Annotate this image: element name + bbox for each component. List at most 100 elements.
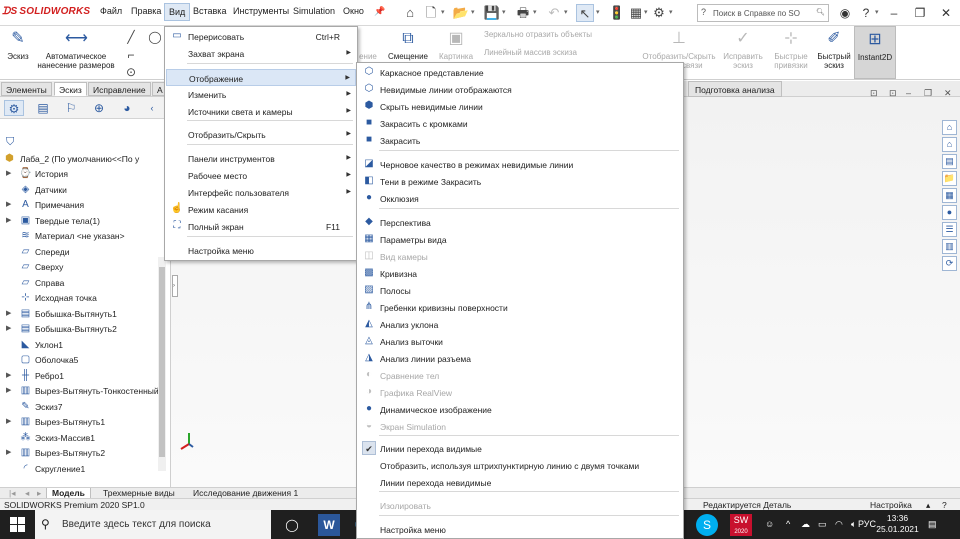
view-menu-item[interactable]: Отображение ▶ — [166, 69, 356, 86]
panel-collapse-handle[interactable]: › — [172, 275, 178, 297]
display-menu-item[interactable]: Настройка меню — [358, 521, 682, 538]
word-app-icon[interactable]: W — [318, 514, 340, 536]
expand-arrow-icon[interactable]: ▶ — [6, 417, 11, 425]
chevron-up-icon[interactable]: ^ — [786, 519, 790, 529]
home-icon[interactable]: ⌂ — [942, 137, 957, 152]
tree-item[interactable]: ▶ ▤ Бобышка-Вытянуть1 — [0, 307, 165, 322]
rebuild-icon[interactable]: ▦ — [627, 4, 645, 22]
expand-arrow-icon[interactable]: ▶ — [6, 169, 11, 177]
help-icon[interactable]: ? — [942, 500, 947, 510]
language-indicator[interactable]: РУС — [858, 519, 876, 529]
chevron-down-icon[interactable]: ▾ — [875, 4, 879, 22]
skype-app-icon[interactable]: S — [696, 514, 718, 536]
resources-icon[interactable]: ⌂ — [942, 120, 957, 135]
instant2d-button[interactable]: ⊞ Instant2D — [854, 26, 896, 79]
chevron-down-icon[interactable]: ▾ — [502, 4, 506, 22]
tree-item[interactable]: ⊹ Исходная точка — [0, 291, 165, 306]
filter-icon[interactable]: ⛉ — [6, 136, 14, 149]
quick-snaps-button[interactable]: ⊹ Быстрые привязки — [770, 28, 812, 70]
display-menu-item[interactable]: ⬡ Невидимые линии отображаются — [358, 81, 682, 98]
feature-tree-tab-icon[interactable]: ⚙ — [4, 100, 24, 116]
smart-dimension-button[interactable]: ⟷ Автоматическое нанесение размеров — [34, 28, 118, 70]
display-menu-item[interactable]: ⬢ Скрыть невидимые линии — [358, 98, 682, 115]
display-menu-item[interactable]: ◭ Анализ уклона — [358, 316, 682, 333]
display-menu-item[interactable]: ■ Закрасить — [358, 132, 682, 149]
expand-arrow-icon[interactable]: ▶ — [6, 200, 11, 208]
taskbar-search[interactable]: ⚲ Введите здесь текст для поиска — [35, 510, 271, 539]
view-menu-item[interactable]: Настройка меню — [166, 242, 356, 259]
tree-item[interactable]: ▶ ▣ Твердые тела(1) — [0, 214, 165, 229]
display-manager-tab-icon[interactable]: ◕ — [117, 100, 137, 116]
help-search[interactable]: ? Поиск в Справке по SO 🔍︎ — [697, 4, 829, 22]
display-menu-item[interactable]: ▨ Полосы — [358, 282, 682, 299]
tree-item[interactable]: ▱ Сверху — [0, 260, 165, 275]
gear-icon[interactable]: ⚙ — [650, 4, 668, 22]
view-menu-item[interactable]: Отобразить/Скрыть ▶ — [166, 126, 356, 143]
network-icon[interactable]: ◠ — [835, 519, 843, 530]
tree-item[interactable]: ▶ A Примечания — [0, 198, 165, 213]
display-menu-item[interactable]: ✔ Линии перехода видимые — [358, 440, 682, 457]
tree-item[interactable]: ▶ ▥ Вырез-Вытянуть-Тонкостенный — [0, 384, 165, 399]
tab-repair[interactable]: Исправление — [88, 82, 151, 96]
menu-edit[interactable]: Правка — [131, 6, 161, 16]
scrollbar-thumb[interactable] — [159, 267, 165, 457]
line-icon[interactable]: ╱ — [122, 28, 140, 46]
circle-icon[interactable]: ◯ — [146, 28, 164, 46]
tree-item[interactable]: ▶ ╫ Ребро1 — [0, 369, 165, 384]
save-icon[interactable]: 💾 — [483, 4, 501, 22]
search-icon[interactable]: 🔍︎ — [816, 8, 825, 16]
status-settings[interactable]: Настройка — [870, 500, 912, 510]
display-menu-item[interactable]: ◧ Тени в режиме Закрасить — [358, 173, 682, 190]
tab-features[interactable]: Элементы — [1, 82, 52, 96]
viewport-close-icon[interactable]: ✕ — [944, 88, 952, 99]
view-palette-icon[interactable]: ▦ — [942, 188, 957, 203]
display-menu-item[interactable]: ● Динамическое изображение — [358, 401, 682, 418]
display-menu-item[interactable]: ▦ Параметры вида — [358, 231, 682, 248]
menu-view[interactable]: Вид — [164, 3, 191, 21]
traffic-light-icon[interactable]: 🚦 — [608, 4, 626, 22]
forum-icon[interactable]: ▥ — [942, 239, 957, 254]
tree-item[interactable]: ▶ ▥ Вырез-Вытянуть1 — [0, 415, 165, 430]
view-menu-item[interactable]: ☝ Режим касания — [166, 201, 356, 218]
offset-entities-button[interactable]: ⧉ Смещение — [385, 28, 431, 61]
pin-icon[interactable]: 📌 — [374, 6, 385, 17]
minimize-icon[interactable]: – — [884, 3, 904, 23]
expand-arrow-icon[interactable]: ▶ — [6, 371, 11, 379]
tree-item[interactable]: ✎ Эскиз7 — [0, 400, 165, 415]
restore-icon[interactable]: ❐ — [910, 3, 930, 23]
display-menu-item[interactable]: ◮ Анализ линии разъема — [358, 350, 682, 367]
open-folder-icon[interactable]: 📂 — [452, 4, 470, 22]
menu-simulation[interactable]: Simulation — [293, 6, 335, 16]
new-document-icon[interactable]: 🗋 — [422, 4, 440, 22]
tree-item[interactable]: ⁂ Эскиз-Массив1 — [0, 431, 165, 446]
people-icon[interactable]: ☺ — [765, 519, 774, 529]
chevron-down-icon[interactable]: ▾ — [533, 4, 537, 22]
menu-window[interactable]: Окно — [343, 6, 364, 16]
expand-arrow-icon[interactable]: ▶ — [6, 448, 11, 456]
tree-item[interactable]: ≋ Материал <не указан> — [0, 229, 165, 244]
view-menu-item[interactable]: Рабочее место ▶ — [166, 167, 356, 184]
display-menu-item[interactable]: ▩ Кривизна — [358, 265, 682, 282]
notifications-icon[interactable]: ▤ — [928, 519, 937, 530]
view-menu-item[interactable]: Источники света и камеры ▶ — [166, 103, 356, 120]
expand-arrow-icon[interactable]: ▶ — [6, 324, 11, 332]
menu-file[interactable]: Файл — [100, 6, 122, 16]
taskbar-search-input[interactable]: Введите здесь текст для поиска — [62, 519, 211, 530]
solidworks-app-icon[interactable]: SW 2020 — [730, 514, 752, 536]
onedrive-icon[interactable]: ☁ — [801, 519, 810, 530]
sketch-picture-button[interactable]: ▣ Картинка — [436, 28, 476, 61]
display-menu-item[interactable]: Линии перехода невидимые — [358, 474, 682, 491]
rapid-sketch-button[interactable]: ✐ Быстрый эскиз — [815, 28, 853, 70]
menu-insert[interactable]: Вставка — [193, 6, 226, 16]
display-menu-item[interactable]: Отобразить, используя штрихпунктирную ли… — [358, 457, 682, 474]
expand-arrow-icon[interactable]: ▶ — [6, 216, 11, 224]
tree-item[interactable]: ▶ ▥ Вырез-Вытянуть2 — [0, 446, 165, 461]
account-icon[interactable]: ◉ — [835, 3, 855, 23]
view-menu-item[interactable]: ▭ Перерисовать Ctrl+R — [166, 28, 356, 45]
select-cursor-icon[interactable]: ↖ — [576, 4, 594, 22]
view-menu-item[interactable]: Интерфейс пользователя ▶ — [166, 184, 356, 201]
scroll-left-icon[interactable]: ‹ — [142, 100, 162, 116]
repair-sketch-button[interactable]: ✓ Исправить эскиз — [722, 28, 764, 70]
home-icon[interactable]: ⌂ — [401, 4, 419, 22]
tree-item[interactable]: ◜ Скругление1 — [0, 462, 165, 477]
